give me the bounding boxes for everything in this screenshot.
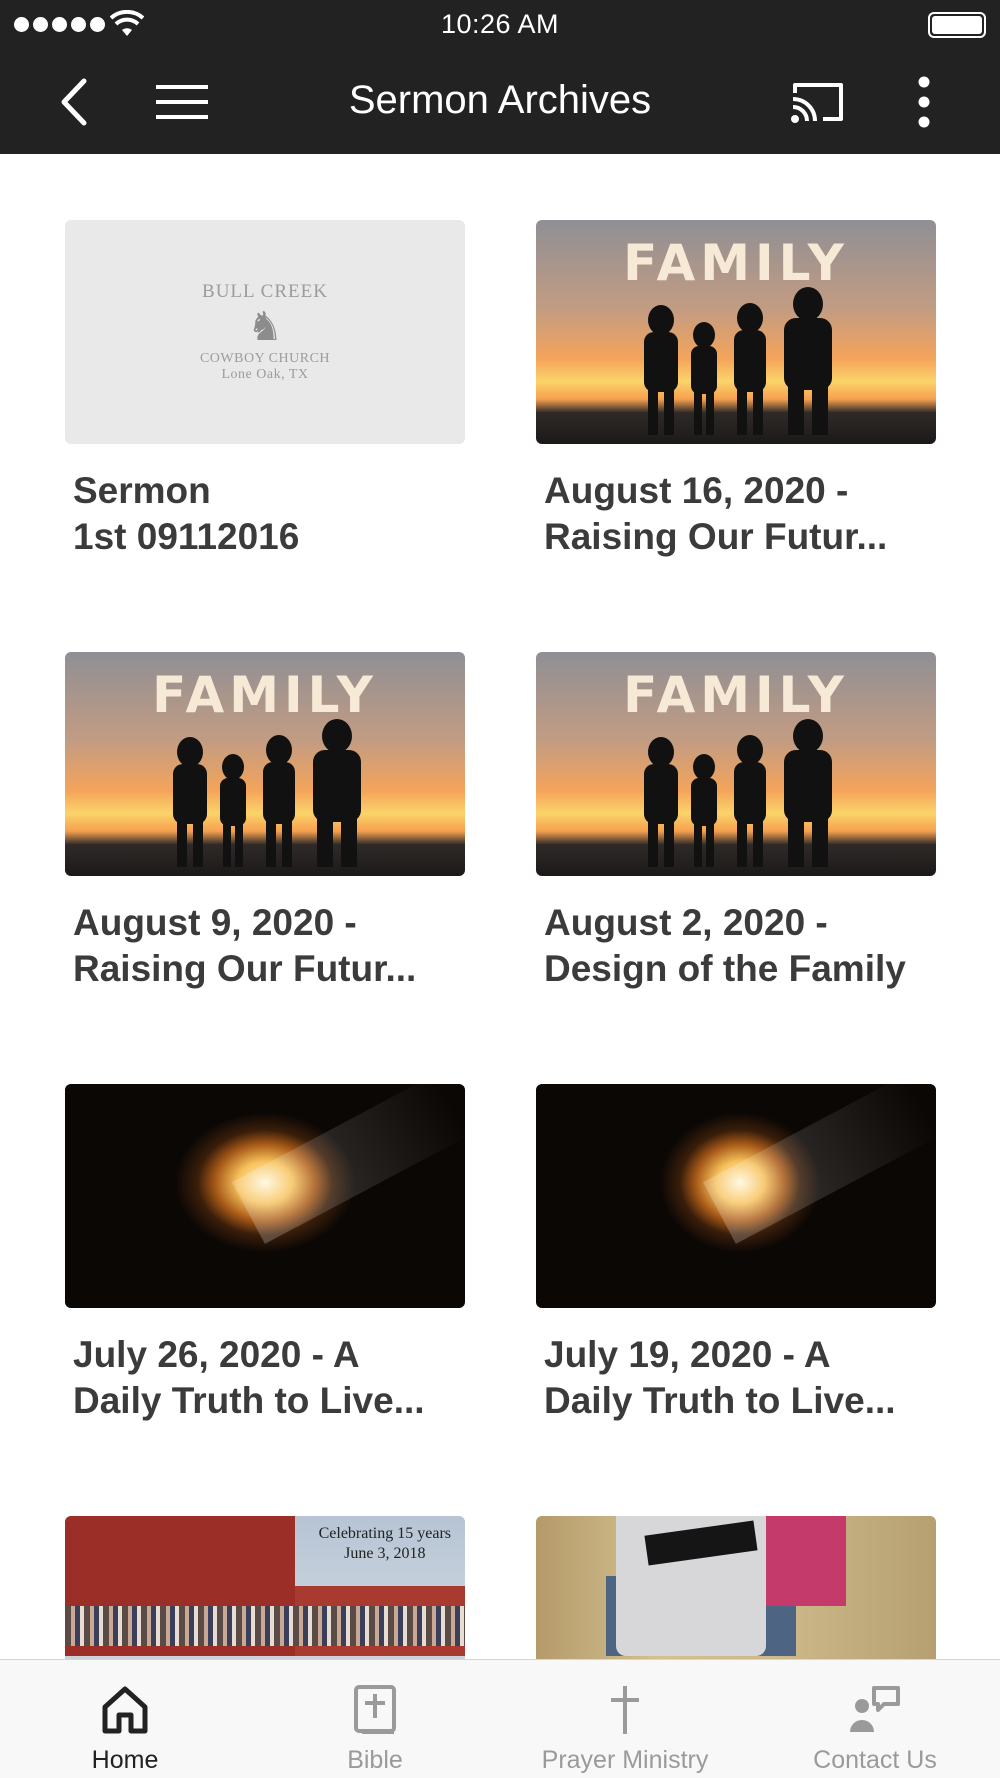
sermon-card[interactable]: FAMILY August 16, 2020 - Raising Our Fut… — [536, 220, 936, 560]
sermon-card[interactable] — [536, 1516, 936, 1659]
sermon-thumbnail — [536, 1516, 936, 1659]
more-options-button[interactable] — [894, 72, 954, 132]
bottom-tab-bar: Home Bible Prayer Ministry Contact Us — [0, 1659, 1000, 1778]
sermon-title: July 26, 2020 - A Daily Truth to Live... — [73, 1334, 425, 1421]
sermon-card[interactable]: July 26, 2020 - A Daily Truth to Live... — [65, 1084, 465, 1424]
cast-icon — [791, 83, 843, 123]
more-vertical-icon — [918, 76, 930, 128]
contact-icon — [848, 1682, 902, 1738]
sermon-grid: BULL CREEK ♞ COWBOY CHURCH Lone Oak, TX … — [0, 154, 1000, 1659]
status-bar: 10:26 AM — [0, 0, 1000, 50]
home-icon — [101, 1682, 149, 1738]
cast-button[interactable] — [788, 72, 848, 132]
bible-icon — [353, 1682, 397, 1738]
sermon-thumbnail — [536, 1084, 936, 1308]
sermon-title: Sermon 1st 09112016 — [73, 470, 300, 557]
status-time: 10:26 AM — [440, 9, 560, 39]
battery-icon — [928, 12, 986, 38]
sermon-thumbnail: Celebrating 15 years June 3, 2018 — [65, 1516, 465, 1659]
sermon-thumbnail: FAMILY — [536, 652, 936, 876]
tab-label: Contact Us — [813, 1746, 937, 1774]
sermon-title: August 16, 2020 - Raising Our Futur... — [544, 470, 888, 557]
app-bar: Sermon Archives — [0, 50, 1000, 154]
thumbnail-caption: Celebrating 15 years June 3, 2018 — [318, 1525, 451, 1562]
tab-bible[interactable]: Bible — [250, 1660, 500, 1778]
tab-contact-us[interactable]: Contact Us — [750, 1660, 1000, 1778]
bronco-rider-icon: ♞ — [247, 304, 283, 349]
sermon-card[interactable]: Celebrating 15 years June 3, 2018 — [65, 1516, 465, 1659]
sermon-card[interactable]: BULL CREEK ♞ COWBOY CHURCH Lone Oak, TX … — [65, 220, 465, 560]
cross-icon — [607, 1682, 643, 1738]
sermon-card[interactable]: July 19, 2020 - A Daily Truth to Live... — [536, 1084, 936, 1424]
page-title: Sermon Archives — [348, 78, 652, 122]
sermon-thumbnail: FAMILY — [65, 652, 465, 876]
sermon-card[interactable]: FAMILY August 9, 2020 - Raising Our Futu… — [65, 652, 465, 992]
sermon-card[interactable]: FAMILY August 2, 2020 - Design of the Fa… — [536, 652, 936, 992]
tab-home[interactable]: Home — [0, 1660, 250, 1778]
family-silhouette — [644, 719, 832, 867]
sermon-thumbnail: BULL CREEK ♞ COWBOY CHURCH Lone Oak, TX — [65, 220, 465, 444]
family-silhouette — [173, 719, 361, 867]
tab-prayer-ministry[interactable]: Prayer Ministry — [500, 1660, 750, 1778]
tab-label: Home — [91, 1746, 159, 1774]
sermon-title: August 9, 2020 - Raising Our Futur... — [73, 902, 417, 989]
church-logo-text: BULL CREEK — [202, 281, 328, 302]
sermon-title: July 19, 2020 - A Daily Truth to Live... — [544, 1334, 896, 1421]
family-silhouette — [644, 287, 832, 435]
sermon-thumbnail: FAMILY — [536, 220, 936, 444]
tab-label: Bible — [347, 1746, 403, 1774]
sermon-title: August 2, 2020 - Design of the Family — [544, 902, 906, 989]
sermon-thumbnail — [65, 1084, 465, 1308]
tab-label: Prayer Ministry — [541, 1746, 709, 1774]
